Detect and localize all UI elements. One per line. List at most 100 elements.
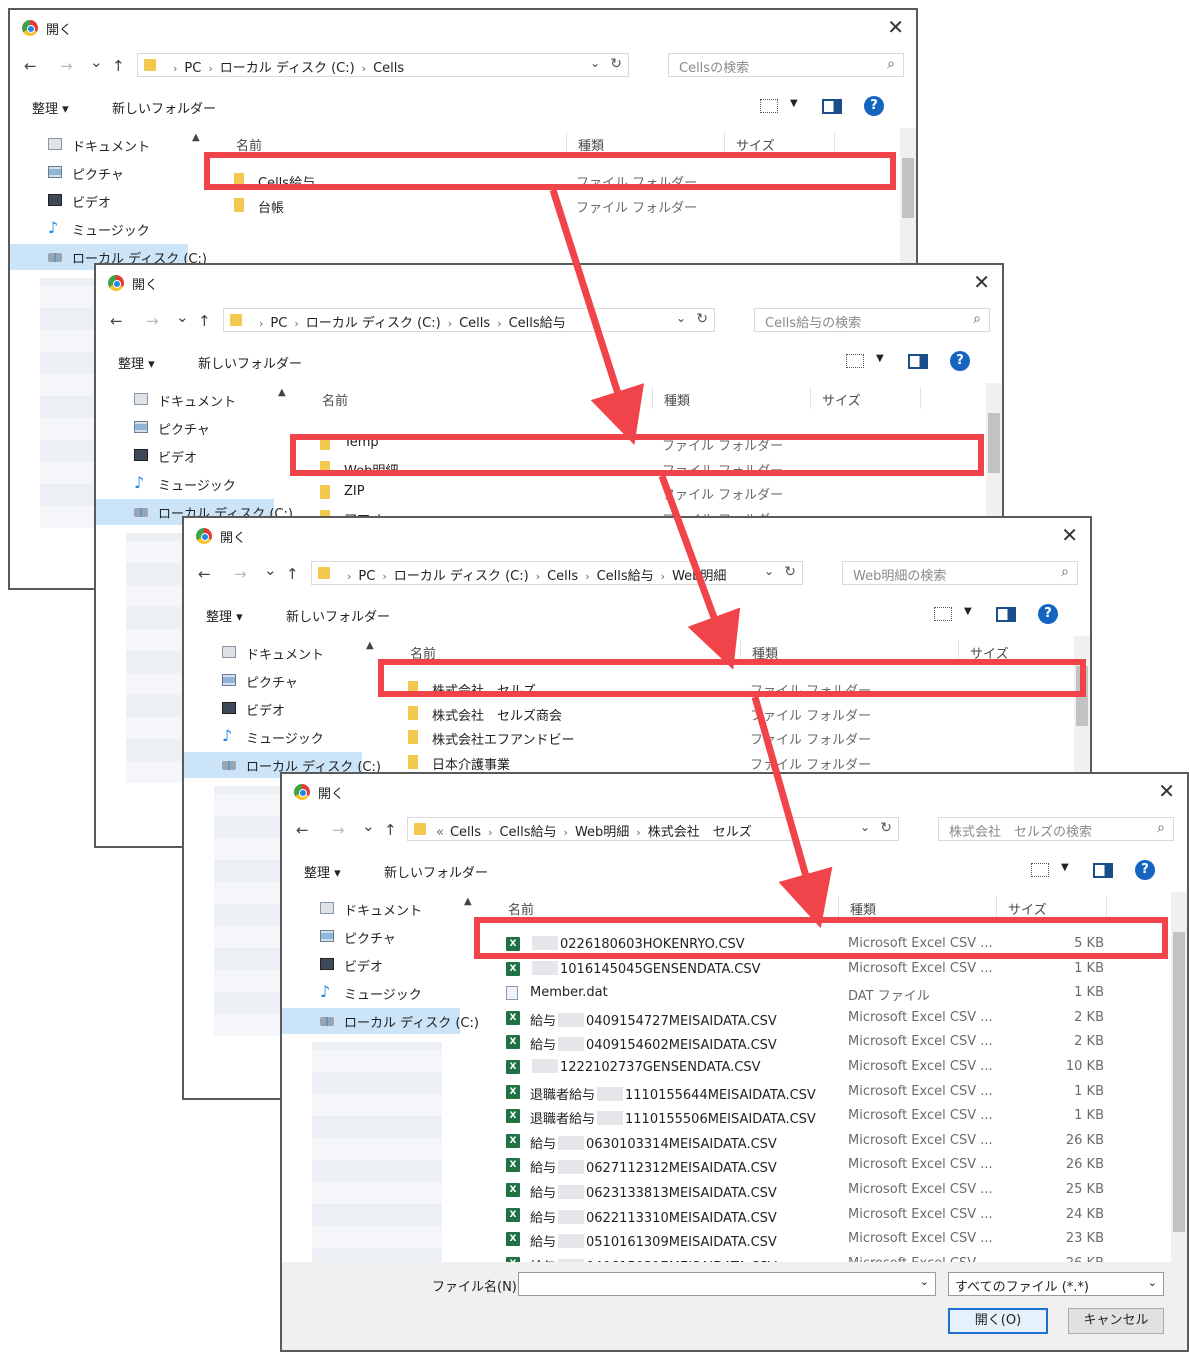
list-item[interactable]: 株式会社 セルズ ファイル フォルダー <box>380 676 1090 700</box>
list-item[interactable]: 台帳 ファイル フォルダー <box>206 193 916 217</box>
breadcrumb-item[interactable]: Cells <box>547 569 578 584</box>
column-header-name[interactable]: 名前 <box>410 643 436 662</box>
address-bar[interactable]: « Cells › Cells給与 › Web明細 › 株式会社 セルズ ⌄ ↻ <box>407 817 899 841</box>
back-arrow-icon[interactable]: ← <box>24 57 37 75</box>
list-item[interactable]: X 0226180603HOKENRYO.CSV Microsoft Excel C… <box>478 932 1187 956</box>
cancel-button[interactable]: キャンセル <box>1068 1308 1164 1334</box>
view-mode-dropdown-icon[interactable]: ▼ <box>790 98 798 109</box>
sidebar-item[interactable]: ビデオ <box>10 188 188 214</box>
sidebar-scroll-up-icon[interactable]: ▲ <box>278 387 286 398</box>
up-arrow-icon[interactable]: ↑ <box>384 821 397 839</box>
sidebar-scroll-up-icon[interactable]: ▲ <box>366 640 374 651</box>
recent-locations-chevron-icon[interactable]: ⌄ <box>264 561 277 579</box>
list-item[interactable]: X 給与 0623133813MEISAIDATA.CSV Microsoft Exc… <box>478 1178 1187 1202</box>
organize-button[interactable]: 整理 ▾ <box>118 353 155 372</box>
filename-input[interactable]: ⌄ <box>518 1272 936 1296</box>
search-box[interactable]: Web明細の検索 ⌕ <box>842 561 1078 585</box>
breadcrumb-item[interactable]: ローカル ディスク (C:) <box>220 61 355 76</box>
preview-pane-icon[interactable] <box>1093 863 1113 878</box>
sidebar-item[interactable]: ピクチャ <box>184 668 362 694</box>
view-mode-dropdown-icon[interactable]: ▼ <box>876 353 884 364</box>
column-header-type[interactable]: 種類 <box>752 643 778 662</box>
breadcrumb-item[interactable]: Cells <box>373 61 404 76</box>
sidebar-item[interactable]: ♪ ミュージック <box>96 471 274 497</box>
close-icon[interactable]: ✕ <box>887 15 904 39</box>
sidebar-scroll-up-icon[interactable]: ▲ <box>192 132 200 143</box>
scrollbar-thumb[interactable] <box>1173 932 1185 1232</box>
list-item[interactable]: Temp ファイル フォルダー <box>292 431 1002 455</box>
list-item[interactable]: X 給与 0409154602MEISAIDATA.CSV Microsoft Exc… <box>478 1030 1187 1054</box>
list-item[interactable]: ZIP ファイル フォルダー <box>292 480 1002 504</box>
column-header-name[interactable]: 名前 <box>322 390 348 409</box>
recent-locations-chevron-icon[interactable]: ⌄ <box>90 53 103 71</box>
sidebar-item[interactable]: ドキュメント <box>282 896 460 922</box>
help-icon[interactable]: ? <box>1135 860 1155 880</box>
list-item[interactable]: 株式会社エフアンドビー ファイル フォルダー <box>380 725 1090 749</box>
sidebar-scroll-up-icon[interactable]: ▲ <box>464 896 472 907</box>
filename-dropdown-icon[interactable]: ⌄ <box>920 1275 929 1288</box>
view-mode-icon[interactable] <box>846 354 864 368</box>
view-mode-icon[interactable] <box>934 607 952 621</box>
scrollbar-thumb[interactable] <box>988 413 1000 473</box>
list-item[interactable]: X 給与 0409154727MEISAIDATA.CSV Microsoft Exc… <box>478 1006 1187 1030</box>
close-icon[interactable]: ✕ <box>1158 779 1175 803</box>
file-type-filter[interactable]: すべてのファイル (*.*) ⌄ <box>948 1272 1164 1296</box>
column-header-type[interactable]: 種類 <box>850 899 876 918</box>
view-mode-dropdown-icon[interactable]: ▼ <box>1061 862 1069 873</box>
sidebar-item[interactable]: ピクチャ <box>96 415 274 441</box>
sidebar-item[interactable]: ピクチャ <box>282 924 460 950</box>
breadcrumb-item[interactable]: Cells給与 <box>597 569 654 584</box>
list-item[interactable]: X 給与 0510161309MEISAIDATA.CSV Microsoft Exc… <box>478 1227 1187 1251</box>
list-item[interactable]: X 退職者給与 1110155506MEISAIDATA.CSV Microsoft … <box>478 1104 1187 1128</box>
column-header-name[interactable]: 名前 <box>508 899 534 918</box>
scrollbar-thumb[interactable] <box>1076 666 1088 726</box>
recent-locations-chevron-icon[interactable]: ⌄ <box>176 308 189 326</box>
breadcrumb-item[interactable]: PC <box>358 569 375 584</box>
breadcrumb-item[interactable]: Cells給与 <box>509 316 566 331</box>
list-item[interactable]: Web明細 ファイル フォルダー <box>292 456 1002 480</box>
help-icon[interactable]: ? <box>950 351 970 371</box>
search-box[interactable]: 株式会社 セルズの検索 ⌕ <box>938 817 1174 841</box>
breadcrumb-item[interactable]: ローカル ディスク (C:) <box>394 569 529 584</box>
refresh-icon[interactable]: ↻ <box>610 56 622 72</box>
up-arrow-icon[interactable]: ↑ <box>112 57 125 75</box>
scrollbar-thumb[interactable] <box>902 158 914 218</box>
vertical-scrollbar[interactable] <box>1171 892 1187 1262</box>
address-dropdown-icon[interactable]: ⌄ <box>764 564 774 578</box>
search-box[interactable]: Cellsの検索 ⌕ <box>668 53 904 77</box>
new-folder-button[interactable]: 新しいフォルダー <box>112 98 216 117</box>
up-arrow-icon[interactable]: ↑ <box>286 565 299 583</box>
address-bar[interactable]: › PC › ローカル ディスク (C:) › Cells › Cells給与 › Web明細 ⌄ ↻ <box>311 561 803 585</box>
column-header-type[interactable]: 種類 <box>578 135 604 154</box>
forward-arrow-icon[interactable]: → <box>234 565 247 583</box>
filter-dropdown-icon[interactable]: ⌄ <box>1148 1276 1157 1289</box>
back-arrow-icon[interactable]: ← <box>198 565 211 583</box>
sidebar-item[interactable]: ♪ ミュージック <box>10 216 188 242</box>
sidebar-item[interactable]: ♪ ミュージック <box>184 724 362 750</box>
organize-button[interactable]: 整理 ▾ <box>206 606 243 625</box>
breadcrumb-item[interactable]: ローカル ディスク (C:) <box>306 316 441 331</box>
list-item[interactable]: X 給与 0622113310MEISAIDATA.CSV Microsoft Exc… <box>478 1203 1187 1227</box>
address-dropdown-icon[interactable]: ⌄ <box>676 311 686 325</box>
breadcrumb-item[interactable]: Web明細 <box>575 825 629 840</box>
close-icon[interactable]: ✕ <box>1061 523 1078 547</box>
list-item[interactable]: Cells給与 ファイル フォルダー <box>206 168 916 192</box>
address-dropdown-icon[interactable]: ⌄ <box>860 820 870 834</box>
address-bar[interactable]: › PC › ローカル ディスク (C:) › Cells › Cells給与 ⌄ ↻ <box>223 308 715 332</box>
recent-locations-chevron-icon[interactable]: ⌄ <box>362 817 375 835</box>
close-icon[interactable]: ✕ <box>973 270 990 294</box>
organize-button[interactable]: 整理 ▾ <box>304 862 341 881</box>
list-item[interactable]: Member.dat DAT ファイル 1 KB <box>478 981 1187 1005</box>
column-header-size[interactable]: サイズ <box>970 643 1009 662</box>
refresh-icon[interactable]: ↻ <box>784 564 796 580</box>
breadcrumb-item[interactable]: Cells <box>459 316 490 331</box>
sidebar-item[interactable]: ビデオ <box>184 696 362 722</box>
breadcrumb-item[interactable]: Cells <box>450 825 481 840</box>
address-dropdown-icon[interactable]: ⌄ <box>590 56 600 70</box>
sidebar-item[interactable]: ドキュメント <box>96 387 274 413</box>
sidebar-item[interactable]: ビデオ <box>96 443 274 469</box>
forward-arrow-icon[interactable]: → <box>332 821 345 839</box>
new-folder-button[interactable]: 新しいフォルダー <box>384 862 488 881</box>
column-header-size[interactable]: サイズ <box>736 135 775 154</box>
organize-button[interactable]: 整理 ▾ <box>32 98 69 117</box>
